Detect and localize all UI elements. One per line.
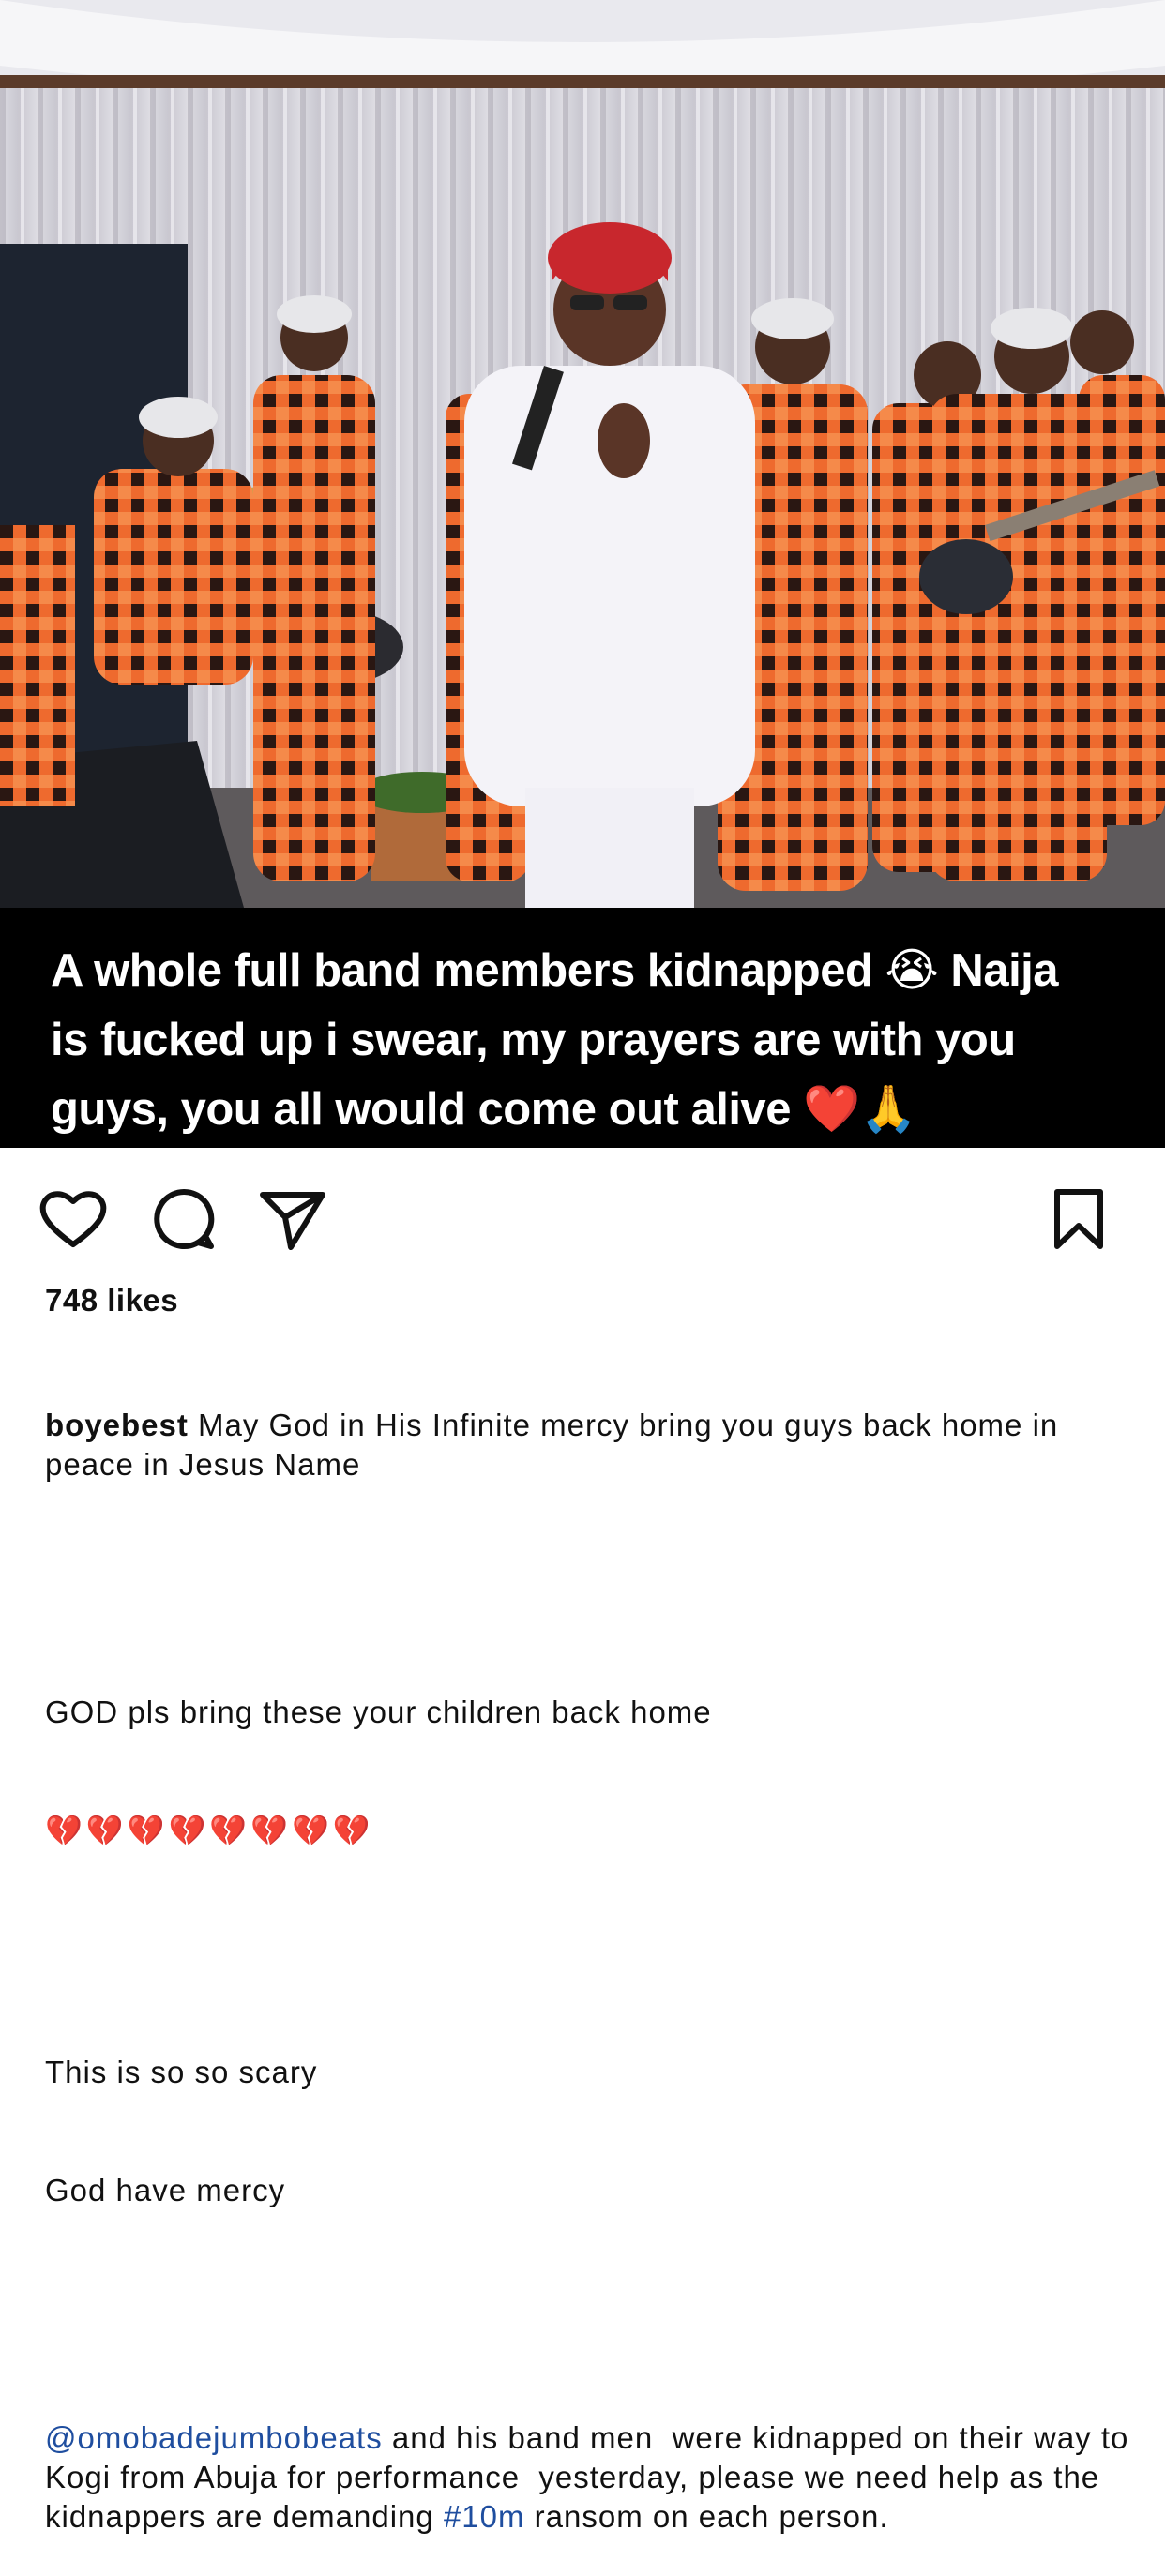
heart-pray-emoji: ❤️🙏 [803, 1084, 917, 1135]
caption-line-1: A whole full band members kidnapped [51, 945, 873, 996]
hashtag-link[interactable]: #10m [444, 2499, 525, 2534]
caption-line-2: is fucked up i swear, my prayers are wit… [51, 1015, 1016, 1065]
likes-count[interactable]: 748 likes [45, 1283, 178, 1318]
caption-line-3: guys, you all would come out alive [51, 1084, 804, 1135]
caption-paragraph-4b: ransom on each person. [524, 2499, 889, 2534]
bookmark-icon[interactable] [1041, 1182, 1116, 1257]
post-caption: boyebest May God in His Infinite mercy b… [45, 1327, 1133, 2576]
caption-paragraph-3-line-1: This is so so scary [45, 2055, 318, 2089]
mention-link[interactable]: @omobadejumbobeats [45, 2420, 383, 2455]
caption-paragraph-1: May God in His Infinite mercy bring you … [45, 1408, 1068, 1482]
broken-hearts-emoji-row: 💔💔💔💔💔💔💔💔 [45, 1814, 374, 1847]
paper-plane-icon[interactable] [255, 1182, 330, 1257]
caption-paragraph-3-line-2: God have mercy [45, 2173, 286, 2207]
heart-outline-icon[interactable] [36, 1182, 111, 1257]
caption-line-1-end: Naija [938, 945, 1059, 996]
post-action-bar [0, 1148, 1165, 1284]
image-caption-text: A whole full band members kidnapped 😭 Na… [51, 936, 1129, 1144]
comment-bubble-icon[interactable] [146, 1182, 221, 1257]
post-photo[interactable]: A whole full band members kidnapped 😭 Na… [0, 0, 1165, 1148]
crying-face-emoji: 😭 [885, 945, 939, 996]
caption-paragraph-2: GOD pls bring these your children back h… [45, 1695, 712, 1729]
post-username[interactable]: boyebest [45, 1408, 189, 1442]
